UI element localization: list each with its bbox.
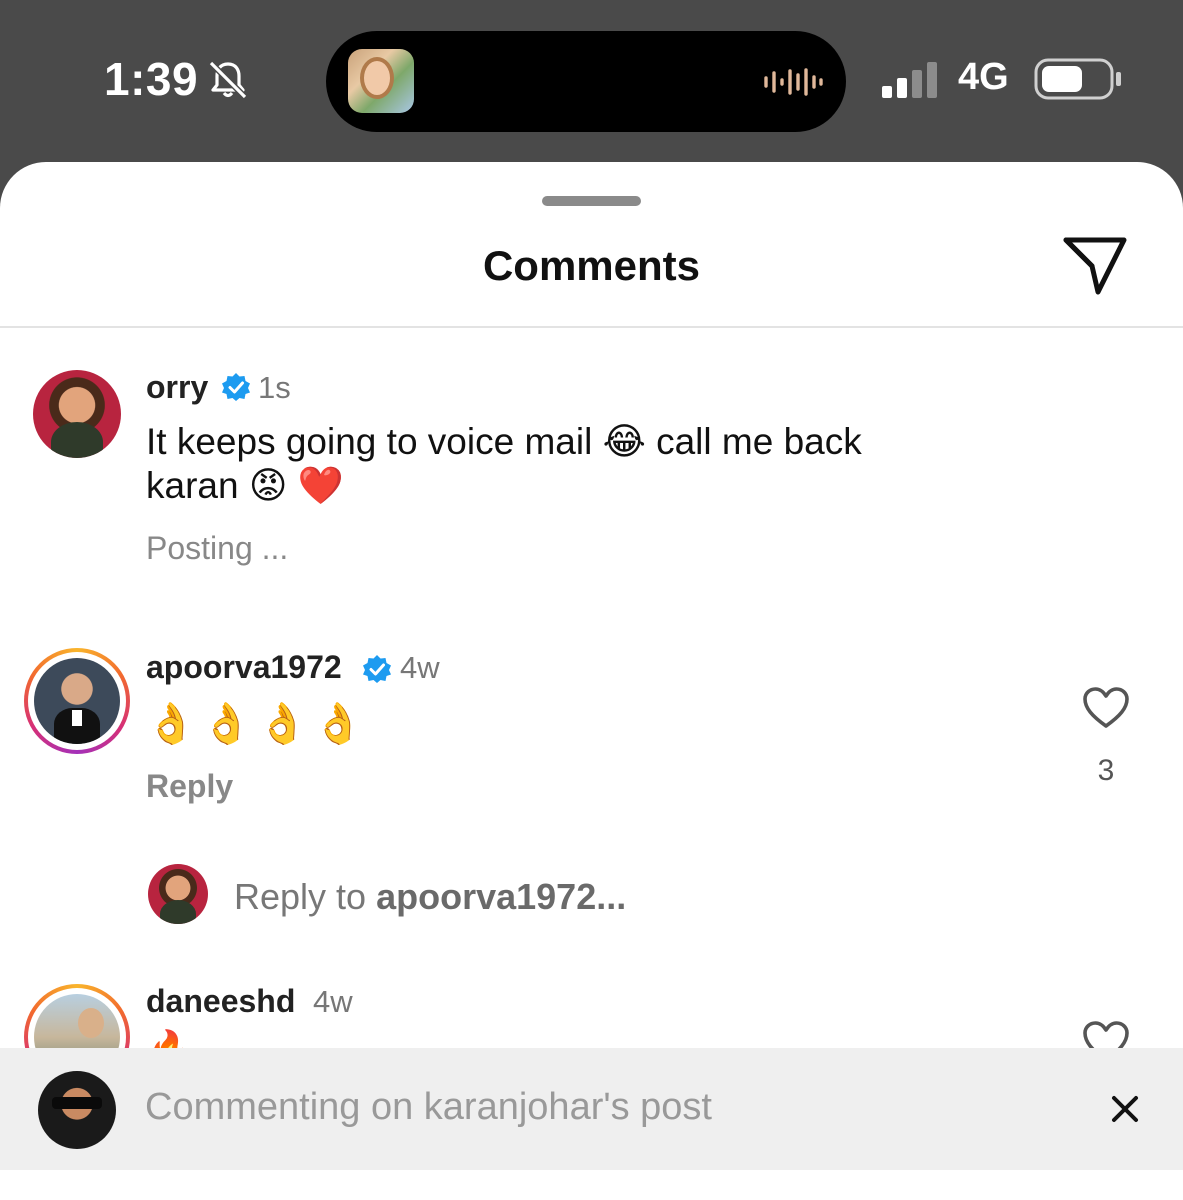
comment-username[interactable]: daneeshd <box>146 983 295 1020</box>
bell-slash-icon <box>208 60 248 100</box>
comment-age: 4w <box>400 650 440 685</box>
comment-text: It keeps going to voice mail 😂 call me b… <box>146 421 862 462</box>
clock: 1:39 <box>104 53 199 105</box>
battery-icon <box>1034 58 1121 100</box>
comment-username[interactable]: apoorva1972 <box>146 649 342 686</box>
media-thumbnail <box>348 49 414 113</box>
heart-icon[interactable] <box>1082 686 1130 730</box>
comment-age: 1s <box>258 370 291 405</box>
comments-sheet: Comments orry 1s It keeps going to voice… <box>0 162 1183 1200</box>
comment-text: 👌👌👌👌 <box>146 701 370 747</box>
network-label: 4G <box>958 56 1009 98</box>
verified-badge-icon <box>222 373 250 401</box>
commenting-on-label: Commenting on karanjohar's post <box>145 1086 712 1128</box>
sheet-grabber[interactable] <box>542 196 641 206</box>
avatar <box>148 864 208 924</box>
dynamic-island[interactable] <box>326 31 846 132</box>
reply-target: apoorva1972... <box>376 876 627 917</box>
avatar <box>34 658 120 744</box>
close-icon[interactable] <box>1110 1094 1140 1124</box>
paper-plane-icon[interactable] <box>1062 236 1128 296</box>
reply-prefix: Reply to <box>234 876 377 917</box>
posting-status: Posting ... <box>146 530 289 566</box>
avatar[interactable] <box>33 370 121 458</box>
comment-age: 4w <box>313 984 353 1019</box>
signal-icon <box>882 62 937 98</box>
reply-button[interactable]: Reply <box>146 768 233 805</box>
comment-text: karan 😡 ❤️ <box>146 465 344 506</box>
avatar <box>38 1071 116 1149</box>
status-bar: 1:39 4G <box>0 0 1183 165</box>
audio-wave-icon <box>764 68 823 96</box>
story-ring[interactable] <box>24 648 130 754</box>
sheet-title: Comments <box>482 242 701 289</box>
comment-username[interactable]: orry <box>146 369 208 406</box>
reply-prompt[interactable]: Reply to apoorva1972... <box>234 876 626 918</box>
commenting-as-bar: Commenting on karanjohar's post <box>0 1048 1183 1170</box>
header-divider <box>0 326 1183 328</box>
like-count: 3 <box>1097 754 1115 787</box>
footer-spacer <box>0 1170 1183 1200</box>
verified-badge-icon <box>363 655 391 683</box>
